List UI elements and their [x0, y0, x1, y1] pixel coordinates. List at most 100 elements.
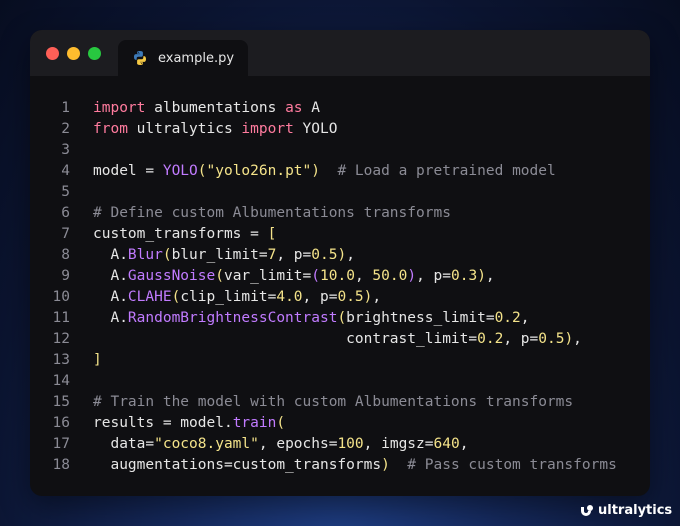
code-line: 11 A.RandomBrightnessContrast(brightness… — [30, 308, 650, 329]
code-token: "yolo26n.pt" — [206, 163, 312, 179]
code-line: 14 — [30, 371, 650, 392]
line-source: contrast_limit=0.2, p=0.5), — [93, 329, 582, 350]
code-token: clip_limit= — [180, 289, 277, 305]
code-token: YOLO — [293, 121, 338, 137]
code-token: RandomBrightnessContrast — [127, 310, 338, 326]
code-token: ultralytics — [127, 121, 242, 137]
code-token: data= — [93, 436, 155, 452]
line-number: 8 — [61, 247, 70, 263]
code-token: , epochs= — [258, 436, 338, 452]
line-number: 11 — [52, 310, 70, 326]
python-icon — [134, 51, 146, 65]
code-line: 18 augmentations=custom_transforms) # Pa… — [30, 455, 650, 476]
minimize-window-button[interactable] — [67, 47, 80, 60]
code-token: # Pass custom transforms — [407, 457, 617, 473]
line-source: A.GaussNoise(var_limit=(10.0, 50.0), p=0… — [93, 266, 495, 287]
line-number: 6 — [61, 205, 70, 221]
line-source: ] — [93, 350, 102, 371]
line-source: A.CLAHE(clip_limit=4.0, p=0.5), — [93, 287, 381, 308]
line-number: 15 — [52, 394, 70, 410]
code-line: 2 from ultralytics import YOLO — [30, 119, 650, 140]
ultralytics-logo-icon — [581, 504, 593, 516]
code-token: , — [346, 247, 355, 263]
line-number: 1 — [61, 100, 70, 116]
brand-name: ultralytics — [598, 503, 673, 518]
line-number: 7 — [61, 226, 70, 242]
code-token: # Load a pretrained model — [337, 163, 556, 179]
line-source: import albumentations as A — [93, 98, 320, 119]
code-token: A. — [93, 268, 128, 284]
code-line: 1 import albumentations as A — [30, 98, 650, 119]
line-number: 14 — [52, 373, 70, 389]
line-number: 9 — [61, 268, 70, 284]
close-window-button[interactable] — [46, 47, 59, 60]
code-token: ] — [93, 352, 102, 368]
code-token: 0.5 — [311, 247, 338, 263]
code-token: A. — [93, 289, 128, 305]
code-line: 15 # Train the model with custom Albument… — [30, 392, 650, 413]
code-line: 4 model = YOLO("yolo26n.pt") # Load a pre… — [30, 161, 650, 182]
code-token: GaussNoise — [127, 268, 216, 284]
code-line: 12 contrast_limit=0.2, p=0.5), — [30, 329, 650, 350]
code-token: ) — [311, 163, 320, 179]
line-number: 4 — [61, 163, 70, 179]
code-token: from — [93, 121, 128, 137]
code-token: 50.0 — [372, 268, 408, 284]
line-source: data="coco8.yaml", epochs=100, imgsz=640… — [93, 434, 468, 455]
code-token: # Define custom Albumentations transform… — [93, 205, 451, 221]
code-token: , — [573, 331, 582, 347]
code-token: var_limit= — [223, 268, 312, 284]
code-token: A — [302, 100, 321, 116]
code-token: ( — [171, 289, 181, 305]
code-token: brightness_limit= — [346, 310, 495, 326]
line-source: # Define custom Albumentations transform… — [93, 203, 451, 224]
code-token: results = model. — [93, 415, 233, 431]
code-token: , — [459, 436, 469, 452]
code-token: 0.5 — [538, 331, 565, 347]
code-token: ) — [564, 331, 574, 347]
maximize-window-button[interactable] — [88, 47, 101, 60]
code-token: , — [485, 268, 495, 284]
code-token: ) — [337, 247, 347, 263]
code-token: albumentations — [145, 100, 286, 116]
code-token: ( — [162, 247, 172, 263]
code-token: train — [232, 415, 277, 431]
code-line: 5 — [30, 182, 650, 203]
code-token: ( — [197, 163, 207, 179]
code-token: A. — [93, 310, 128, 326]
code-token: contrast_limit= — [93, 331, 478, 347]
code-token: , — [354, 268, 373, 284]
line-number: 2 — [61, 121, 70, 137]
code-token: YOLO — [162, 163, 198, 179]
code-token: # Train the model with custom Albumentat… — [93, 394, 574, 410]
title-bar: example.py — [30, 30, 650, 76]
code-token: ( — [311, 268, 321, 284]
code-token: Blur — [127, 247, 163, 263]
line-number: 18 — [52, 457, 70, 473]
code-token: , p= — [302, 289, 338, 305]
code-token: [ — [267, 226, 277, 242]
line-number: 13 — [52, 352, 70, 368]
line-source: custom_transforms = [ — [93, 224, 276, 245]
code-line: 8 A.Blur(blur_limit=7, p=0.5), — [30, 245, 650, 266]
code-editor[interactable]: 1 import albumentations as A 2 from ultraly… — [30, 98, 650, 476]
code-line: 16 results = model.train( — [30, 413, 650, 434]
line-source: # Train the model with custom Albumentat… — [93, 392, 573, 413]
code-window: example.py 1 import albumentations as A 2 f… — [30, 30, 650, 496]
code-token: , p= — [276, 247, 312, 263]
code-token: , — [520, 310, 530, 326]
line-number: 3 — [61, 142, 70, 158]
line-number: 5 — [61, 184, 70, 200]
code-token: 640 — [433, 436, 460, 452]
code-token: ) — [477, 268, 486, 284]
code-token: "coco8.yaml" — [154, 436, 259, 452]
line-source: A.RandomBrightnessContrast(brightness_li… — [93, 308, 530, 329]
code-token: 0.5 — [337, 289, 364, 305]
code-token: 4.0 — [276, 289, 303, 305]
line-source: results = model.train( — [93, 413, 285, 434]
tab-example-py[interactable]: example.py — [118, 40, 248, 76]
code-token: model = — [93, 163, 163, 179]
code-line: 17 data="coco8.yaml", epochs=100, imgsz=… — [30, 434, 650, 455]
